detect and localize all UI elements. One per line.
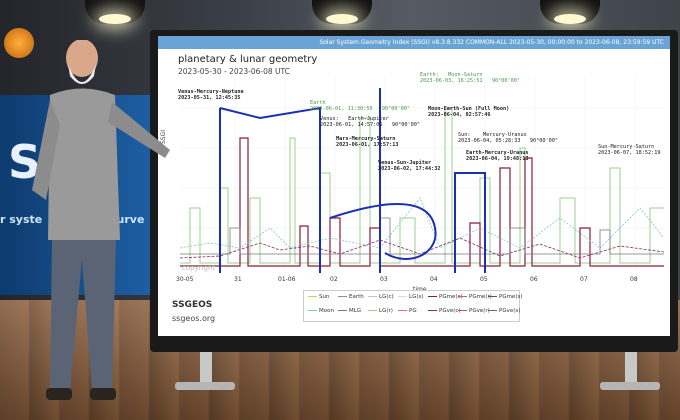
series-mlg-line — [180, 217, 664, 255]
legend-swatch — [428, 310, 437, 311]
annotation-1: Venus-Mercury-Neptune 2023-05-31, 12:45:… — [178, 89, 244, 101]
grid-lines — [180, 78, 664, 273]
legend-item: PGve(c) — [428, 308, 461, 314]
chart-subtitle: 2023-05-30 - 2023-06-08 UTC — [178, 67, 290, 76]
studio-scene: SSG r syste surve Solar System Geometry … — [0, 0, 680, 420]
presenter-jeans — [50, 240, 116, 390]
presenter-arm — [108, 102, 170, 158]
chart-plot-area — [180, 78, 664, 273]
legend-label: LG(c) — [379, 294, 394, 300]
legend-swatch — [368, 296, 377, 297]
legend-label: Earth — [349, 294, 364, 300]
x-tick-label: 01-06 — [278, 276, 296, 283]
legend-item: Earth — [338, 294, 364, 300]
ceiling-lamp-right — [540, 0, 600, 24]
legend-swatch — [308, 296, 317, 297]
legend-swatch — [458, 296, 467, 297]
legend-swatch — [338, 296, 347, 297]
annotation-6: Earth: Moon-Saturn 2023-06-03, 16:25:51 … — [420, 72, 520, 84]
series-moon-line — [180, 197, 664, 249]
x-tick-label: 06 — [530, 276, 538, 283]
annotation-4: Mars-Mercury-Saturn 2023-06-01, 17:57:13 — [336, 136, 399, 148]
presenter-sweater — [48, 88, 120, 240]
legend-item: LG(r) — [368, 308, 393, 314]
tv-monitor: Solar System Geometry Index (SSGI) v8.3.… — [150, 30, 678, 352]
legend-swatch — [308, 310, 317, 311]
legend-swatch — [398, 310, 407, 311]
legend-label: PGve(r) — [469, 308, 490, 314]
legend-swatch — [338, 310, 347, 311]
annotation-5: Venus-Sun-Jupiter 2023-06-02, 17:44:32 — [378, 160, 441, 172]
legend-label: PG — [409, 308, 417, 314]
legend-item: PGme(s) — [488, 294, 522, 300]
tv-screen: Solar System Geometry Index (SSGI) v8.3.… — [158, 36, 670, 336]
annotation-7: Moon-Earth-Sun (Full Moon) 2023-06-04, 0… — [428, 106, 510, 118]
annotation-3: Venus: Earth-Jupiter 2023-06-01, 14:57:0… — [320, 116, 420, 128]
legend-item: PGme(r) — [458, 294, 492, 300]
legend-label: Sun — [319, 294, 330, 300]
legend-item: LG(c) — [368, 294, 394, 300]
presenter-shoe-right — [90, 388, 116, 400]
legend-item: LG(s) — [398, 294, 423, 300]
legend-item: MLG — [338, 308, 361, 314]
legend-label: Moon — [319, 308, 334, 314]
chart-header-bar: Solar System Geometry Index (SSGI) v8.3.… — [158, 36, 670, 49]
tv-base-right — [600, 382, 660, 390]
x-tick-label: 02 — [330, 276, 338, 283]
x-tick-label: 08 — [630, 276, 638, 283]
legend-label: PGme(s) — [499, 294, 523, 300]
x-tick-label: 04 — [430, 276, 438, 283]
tv-stand-right — [625, 352, 637, 386]
presenter-shoe-left — [46, 388, 72, 400]
legend-item: Sun — [308, 294, 329, 300]
legend-item: PGve(s) — [488, 308, 520, 314]
chart-legend: Sun Earth LG(c) LG(s) PGme(c) PGme(r) PGme(s) M… — [303, 290, 522, 322]
annotation-10: Sun-Mercury-Saturn 2023-06-07, 18:52:19 — [598, 144, 661, 156]
legend-item: Moon — [308, 308, 334, 314]
legend-swatch — [428, 296, 437, 297]
ceiling-lamp-left — [85, 0, 145, 24]
legend-label: MLG — [349, 308, 362, 314]
annotation-8: Sun: Mercury-Uranus 2023-06-04, 05:28:33… — [458, 132, 558, 144]
ceiling-lamp-center — [312, 0, 372, 24]
brand-url: ssgeos.org — [172, 314, 216, 323]
legend-swatch — [398, 296, 407, 297]
annotation-9: Earth-Mercury-Uranus 2023-06-04, 19:48:1… — [466, 150, 529, 162]
brand-name: SSGEOS — [172, 300, 213, 310]
legend-swatch — [368, 310, 377, 311]
x-tick-label: 30-05 — [176, 276, 194, 283]
annotation-2: Earth 2023-06-01, 11:30:50 90°00'00" — [310, 100, 410, 112]
chart-title: planetary & lunar geometry — [178, 54, 318, 65]
watermark-text: copyright — [182, 264, 216, 272]
x-tick-label: 07 — [580, 276, 588, 283]
legend-label: PGve(s) — [499, 308, 521, 314]
x-tick-label: 03 — [380, 276, 388, 283]
legend-label: LG(s) — [409, 294, 424, 300]
series-pgme-line — [180, 137, 664, 267]
x-tick-label: 31 — [234, 276, 242, 283]
legend-item: PGve(r) — [458, 308, 490, 314]
legend-label: LG(r) — [379, 308, 393, 314]
series-earth-line — [180, 107, 664, 264]
tv-stand-left — [200, 352, 212, 386]
presenter — [32, 40, 170, 400]
legend-swatch — [488, 296, 497, 297]
tv-base-left — [175, 382, 235, 390]
legend-item: PG — [398, 308, 417, 314]
x-tick-label: 05 — [480, 276, 488, 283]
legend-swatch — [458, 310, 467, 311]
legend-swatch — [488, 310, 497, 311]
